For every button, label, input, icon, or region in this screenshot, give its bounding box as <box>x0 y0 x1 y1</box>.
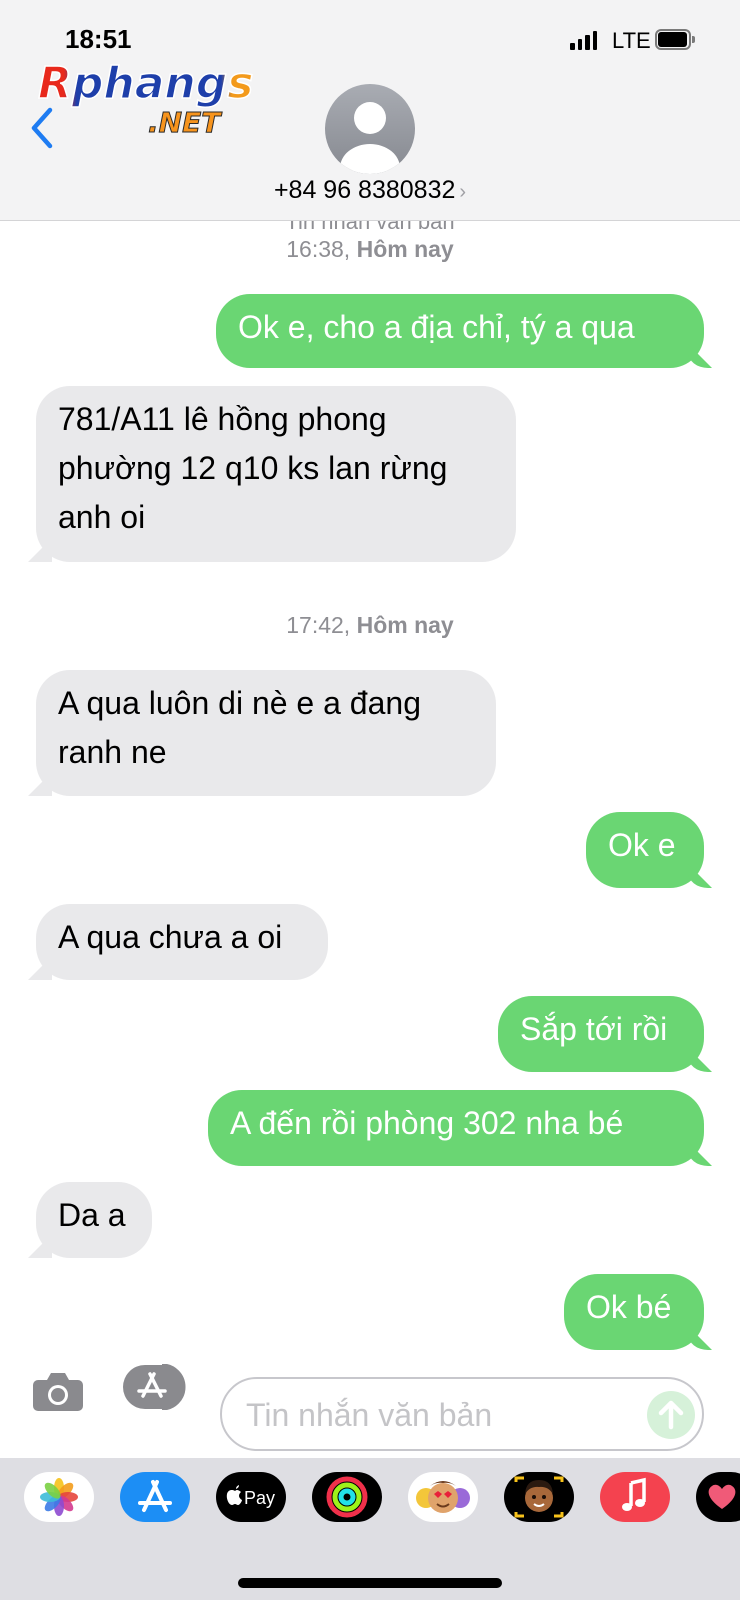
network-type: LTE <box>612 28 651 53</box>
message-bubble-outgoing[interactable]: Sắp tới rồi <box>498 996 704 1072</box>
watermark-logo-art: Rphangs .NET <box>37 57 254 139</box>
camera-icon <box>33 1373 83 1411</box>
message-text: 781/A11 lê hồng phong phường 12 q10 ks l… <box>58 401 448 535</box>
message-text: Ok e, cho a địa chỉ, tý a qua <box>238 309 635 345</box>
battery-icon <box>655 29 695 50</box>
message-bubble-outgoing[interactable]: A đến rồi phòng 302 nha bé <box>208 1090 704 1166</box>
cellular-signal-icon <box>570 30 597 50</box>
message-text: Sắp tới rồi <box>520 1011 668 1047</box>
timestamp: 16:38, Hôm nay <box>0 236 740 263</box>
contact-name-button[interactable]: +84 96 8380832 › <box>0 176 740 205</box>
conversation-header: 18:51 LTE Rphangs .NET +84 96 8380832 › <box>0 0 740 221</box>
watermark-logo: Rphangs .NET <box>36 56 266 139</box>
memoji-stickers-icon[interactable] <box>408 1472 478 1522</box>
message-text: Ok bé <box>586 1289 672 1325</box>
contact-avatar[interactable] <box>325 84 415 174</box>
message-bubble-outgoing[interactable]: Ok bé <box>564 1274 704 1350</box>
imessage-app-drawer: Pay <box>0 1458 740 1600</box>
message-input[interactable] <box>244 1391 628 1439</box>
music-icon[interactable] <box>600 1472 670 1522</box>
app-store-icon[interactable] <box>120 1472 190 1522</box>
contact-number: +84 96 8380832 <box>273 176 456 204</box>
activity-icon[interactable] <box>312 1472 382 1522</box>
camera-button[interactable] <box>32 1370 84 1412</box>
digital-touch-icon[interactable] <box>696 1472 740 1522</box>
message-text: A đến rồi phòng 302 nha bé <box>230 1105 624 1141</box>
app-store-icon <box>123 1363 186 1411</box>
message-bubble-outgoing[interactable]: Ok e, cho a địa chỉ, tý a qua <box>216 294 704 368</box>
message-text: Da a <box>58 1197 126 1233</box>
timestamp-day: Hôm nay <box>356 612 454 638</box>
timestamp-time: 16:38, <box>286 236 351 262</box>
message-bubble-incoming[interactable]: Da a <box>36 1182 152 1258</box>
arrow-up-icon <box>658 1400 684 1430</box>
message-text: A qua luôn di nè e a đang ranh ne <box>58 685 421 770</box>
send-button[interactable] <box>647 1391 695 1439</box>
person-icon <box>325 84 415 174</box>
home-indicator[interactable] <box>238 1578 502 1588</box>
timestamp-time: 17:42, <box>286 612 351 638</box>
watermark-sub-text: .NET <box>148 106 222 139</box>
watermark-main-text: Rphangs <box>38 58 253 109</box>
message-text: Ok e <box>608 827 676 863</box>
chevron-right-icon: › <box>459 181 467 203</box>
timestamp: 17:42, Hôm nay <box>0 612 740 639</box>
message-text: A qua chưa a oi <box>58 919 283 955</box>
message-bubble-incoming[interactable]: A qua chưa a oi <box>36 904 328 980</box>
messages-screen: 18:51 LTE Rphangs .NET +84 96 8380832 › … <box>0 0 740 1600</box>
photos-icon[interactable] <box>24 1472 94 1522</box>
apple-pay-label: Pay <box>244 1488 275 1508</box>
status-time: 18:51 <box>65 24 132 54</box>
message-bubble-incoming[interactable]: A qua luôn di nè e a đang ranh ne <box>36 670 496 796</box>
message-bubble-outgoing[interactable]: Ok e <box>586 812 704 888</box>
timestamp-day: Hôm nay <box>356 236 454 262</box>
memoji-icon[interactable] <box>504 1472 574 1522</box>
message-bubble-incoming[interactable]: 781/A11 lê hồng phong phường 12 q10 ks l… <box>36 386 516 562</box>
app-store-button[interactable] <box>122 1363 190 1411</box>
message-input-container[interactable] <box>220 1377 704 1451</box>
back-chevron-icon[interactable] <box>28 106 58 150</box>
apple-pay-icon[interactable]: Pay <box>216 1472 286 1522</box>
